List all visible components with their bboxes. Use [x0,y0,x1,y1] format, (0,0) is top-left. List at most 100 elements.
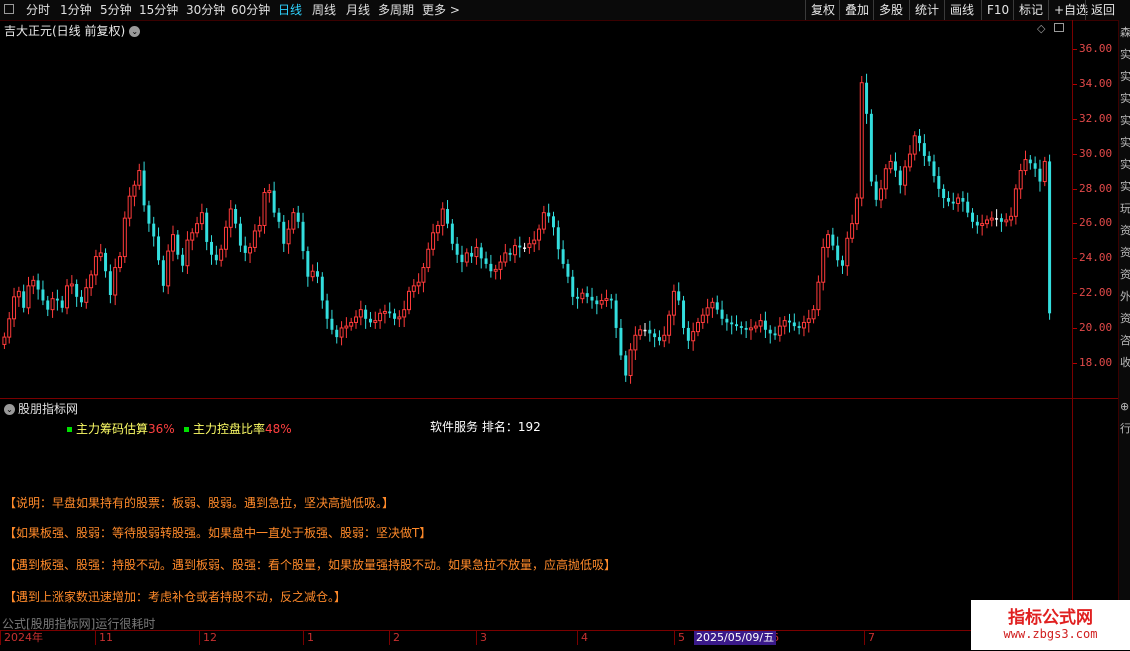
candle-body [291,212,296,230]
candle-body [69,283,74,287]
candle-body [354,316,359,323]
candle-body [455,243,459,255]
candle-body [1048,161,1052,314]
period-tab-more[interactable]: 更多 > [422,0,460,20]
candle-body [898,170,902,186]
candle-body [609,298,613,301]
candle-body [744,327,748,330]
candle-body [638,329,643,336]
candle-body [831,234,835,246]
candle-body [946,198,950,202]
candle-body [888,160,893,170]
candle-body [315,271,319,277]
candle-body [532,239,537,245]
date-tick: 2024年 [0,631,43,645]
chevron-down-icon[interactable]: ⌄ [4,404,15,415]
layout-square-icon[interactable] [4,4,14,14]
candle-body [1009,215,1014,221]
period-tab-monthly[interactable]: 月线 [346,0,370,20]
window-icon[interactable] [1054,23,1064,32]
period-tab-15min[interactable]: 15分钟 [139,0,178,20]
candle-body [566,263,570,277]
period-tab-multi[interactable]: 多周期 [378,0,414,20]
period-tab-daily[interactable]: 日线 [278,0,302,20]
period-tab-30min[interactable]: 30分钟 [186,0,225,20]
candle-body [748,327,753,331]
side-strip-char: 玩 [1120,202,1130,215]
candle-body [903,166,908,186]
candle-body [753,325,758,329]
candle-body [850,223,855,239]
adjust-button[interactable]: 复权 [805,0,840,20]
period-tab-5min[interactable]: 5分钟 [100,0,132,20]
side-strip-char: 森 [1120,26,1130,39]
candle-body [36,280,40,290]
note-line: 【说明：早盘如果持有的股票：板弱、股弱。遇到急拉，坚决高抛低吸。】 [4,496,395,510]
candle-body [782,320,787,327]
side-strip-char: 实 [1120,92,1130,105]
candle-body [479,247,483,259]
candle-body [614,300,618,328]
candle-body [854,197,859,225]
candle-body [1028,159,1032,164]
candle-body [464,252,469,263]
candle-body [228,208,233,228]
candle-body [619,327,623,356]
candle-body [667,314,672,336]
candle-body [907,153,912,168]
period-tab-60min[interactable]: 60分钟 [231,0,270,20]
diamond-icon[interactable]: ◇ [1037,22,1045,35]
candle-body [677,291,681,301]
candle-body [971,212,975,222]
legend-dot-icon [67,427,72,432]
candle-body [604,298,609,302]
candle-body [580,292,585,300]
period-tab-1min[interactable]: 1分钟 [60,0,92,20]
overlay-button[interactable]: 叠加 [839,0,874,20]
statistics-button[interactable]: 统计 [909,0,944,20]
candle-body [508,252,512,255]
back-button[interactable]: 返回 [1085,0,1120,20]
candle-body [185,239,190,267]
pane-divider[interactable] [0,398,1118,399]
candle-body [474,246,479,258]
chevron-down-icon[interactable]: ⌄ [129,26,141,37]
multi-stock-button[interactable]: 多股 [873,0,908,20]
period-tab-weekly[interactable]: 周线 [312,0,336,20]
candle-body [407,290,411,311]
candle-body [26,285,31,309]
candle-body [869,113,873,182]
candle-body [282,221,286,244]
candle-body [41,289,45,301]
candlestick-chart[interactable] [0,20,1072,398]
candle-body [980,223,985,226]
candle-body [339,327,344,338]
candle-body [181,254,185,266]
candle-body [556,227,560,250]
candle-body [547,212,551,217]
info-side-strip[interactable]: 森实实实实实实实玩资资资外资咨收 ⊕ 行 [1118,20,1130,630]
candle-body [927,155,931,162]
candle-body [942,188,946,199]
side-strip-char: 实 [1120,158,1130,171]
candle-body [585,293,589,297]
candle-body [210,241,214,255]
candle-body [956,197,961,205]
candle-body [995,218,999,220]
candle-body [633,334,638,351]
candle-body [999,218,1003,222]
candle-body [624,355,628,376]
candle-body [416,281,421,287]
candle-body [460,254,464,263]
side-strip-char: 外 [1120,290,1130,303]
mark-button[interactable]: 标记 [1013,0,1048,20]
draw-line-button[interactable]: 画线 [944,0,979,20]
candle-body [576,296,580,299]
candle-body [426,248,431,269]
f10-button[interactable]: F10 [981,0,1014,20]
logo-url: www.zbgs3.com [1003,627,1098,641]
period-tab-timeshare[interactable]: 分时 [26,0,50,20]
candle-body [792,322,796,327]
date-tick: 3 [476,631,487,645]
candle-body [310,270,315,278]
